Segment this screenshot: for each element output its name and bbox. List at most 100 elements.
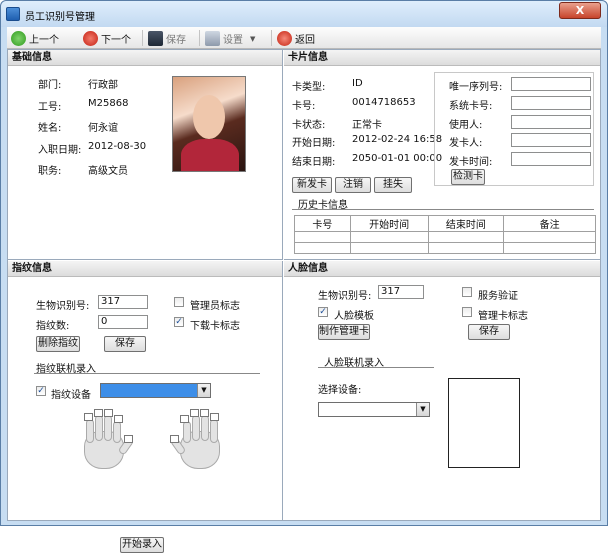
issue-time-label: 发卡时间: xyxy=(449,157,493,168)
history-divider xyxy=(292,209,594,210)
fingerprint-panel: 指纹信息 生物识别号: 317 指纹数: 0 管理员标志 ✓ 下载卡标志 删除指… xyxy=(8,261,283,553)
issuer-label: 发卡人: xyxy=(449,138,483,149)
face-divider xyxy=(318,367,434,368)
close-button[interactable]: X xyxy=(559,2,601,19)
next-button[interactable]: 下一个 xyxy=(83,30,131,47)
finger-divider xyxy=(34,373,260,374)
issue-time-input[interactable] xyxy=(511,152,591,166)
service-verify-checkbox[interactable] xyxy=(462,287,472,297)
toolbar: 上一个 下一个 保存 设置 ▼ 返回 xyxy=(7,27,601,49)
empno-value: M25868 xyxy=(88,98,129,109)
user-input[interactable] xyxy=(511,115,591,129)
back-icon xyxy=(277,31,292,46)
right-hand-icon xyxy=(168,409,230,469)
delete-fingerprint-button[interactable]: 删除指纹 xyxy=(36,336,80,352)
face-preview-box xyxy=(448,378,520,468)
hire-date-value: 2012-08-30 xyxy=(88,141,147,152)
prev-arrow-icon xyxy=(11,31,26,46)
hire-date-label: 入职日期: xyxy=(38,145,82,156)
save-label: 保存 xyxy=(166,35,186,46)
basic-info-panel: 基础信息 部门: 行政部 工号: M25868 姓名: 何永谊 入职日期: 20… xyxy=(8,50,283,260)
finger-device-label: 指纹设备 xyxy=(51,390,91,401)
next-label: 下一个 xyxy=(101,35,131,46)
start-enroll-button[interactable]: 开始录入 xyxy=(120,537,164,553)
finger-save-button[interactable]: 保存 xyxy=(104,336,146,352)
table-row[interactable] xyxy=(294,231,596,243)
end-date-label: 结束日期: xyxy=(292,157,336,168)
make-admin-card-button[interactable]: 制作管理卡 xyxy=(318,324,370,340)
finger-shape xyxy=(113,421,121,443)
title-bar: 员工识别号管理 X xyxy=(1,1,607,27)
finger-shape xyxy=(201,415,209,441)
finger-select-box[interactable] xyxy=(114,415,123,423)
card-type-value: ID xyxy=(352,78,363,89)
admin-card-flag-label: 管理卡标志 xyxy=(478,311,528,322)
service-verify-label: 服务验证 xyxy=(478,291,518,302)
finger-select-box[interactable] xyxy=(94,409,103,417)
check-mark-icon: ✓ xyxy=(175,317,183,327)
name-value: 何永谊 xyxy=(88,123,118,134)
issuer-input[interactable] xyxy=(511,133,591,147)
back-button[interactable]: 返回 xyxy=(277,30,315,47)
check-mark-icon: ✓ xyxy=(37,386,45,396)
start-date-label: 开始日期: xyxy=(292,138,336,149)
new-card-button[interactable]: 新发卡 xyxy=(292,177,332,193)
serial-input[interactable] xyxy=(511,77,591,91)
prev-button[interactable]: 上一个 xyxy=(11,30,59,47)
finger-select-box[interactable] xyxy=(170,435,179,443)
check-mark-icon: ✓ xyxy=(319,307,327,317)
job-title-value: 高级文员 xyxy=(88,166,128,177)
finger-shape xyxy=(183,421,191,443)
finger-count-input[interactable]: 0 xyxy=(98,315,148,329)
dropdown-arrow-icon[interactable]: ▼ xyxy=(416,403,429,416)
history-col-header: 开始时间 xyxy=(349,215,429,232)
back-label: 返回 xyxy=(295,35,315,46)
save-button[interactable]: 保存 xyxy=(148,30,186,47)
admin-flag-checkbox[interactable] xyxy=(174,297,184,307)
cancel-card-button[interactable]: 注销 xyxy=(335,177,371,193)
finger-bio-label: 生物识别号: xyxy=(36,301,90,312)
dropdown-arrow-icon[interactable]: ▼ xyxy=(197,384,210,397)
admin-flag-label: 管理员标志 xyxy=(190,301,240,312)
finger-bio-input[interactable]: 317 xyxy=(98,295,148,309)
window-title: 员工识别号管理 xyxy=(25,12,95,23)
finger-select-box[interactable] xyxy=(200,409,209,417)
finger-device-checkbox[interactable]: ✓ xyxy=(36,386,46,396)
settings-icon xyxy=(205,31,220,46)
finger-select-box[interactable] xyxy=(210,413,219,421)
face-template-checkbox[interactable]: ✓ xyxy=(318,307,328,317)
serial-label: 唯一序列号: xyxy=(449,82,503,93)
card-info-panel: 卡片信息 卡类型: ID 卡号: 0014718653 卡状态: 正常卡 开始日… xyxy=(284,50,600,260)
toolbar-separator xyxy=(199,30,200,46)
dept-label: 部门: xyxy=(38,80,62,91)
finger-select-box[interactable] xyxy=(124,435,133,443)
face-save-button[interactable]: 保存 xyxy=(468,324,510,340)
job-title-label: 职务: xyxy=(38,166,62,177)
start-date-value: 2012-02-24 16:58 xyxy=(352,134,443,145)
detect-card-button[interactable]: 检测卡 xyxy=(451,169,485,185)
table-row[interactable] xyxy=(294,242,596,254)
finger-select-box[interactable] xyxy=(180,415,189,423)
prev-label: 上一个 xyxy=(29,35,59,46)
card-no-label: 卡号: xyxy=(292,101,316,112)
finger-select-box[interactable] xyxy=(190,409,199,417)
finger-shape xyxy=(95,415,103,441)
syscard-input[interactable] xyxy=(511,96,591,110)
report-lost-button[interactable]: 挂失 xyxy=(374,177,412,193)
face-device-select[interactable]: ▼ xyxy=(318,402,430,417)
toolbar-separator xyxy=(271,30,272,46)
admin-card-flag-checkbox[interactable] xyxy=(462,307,472,317)
face-bio-input[interactable]: 317 xyxy=(378,285,424,299)
settings-button[interactable]: 设置 ▼ xyxy=(205,30,255,47)
face-panel: 人脸信息 生物识别号: 317 服务验证 ✓ 人脸模板 管理卡标志 制作管理卡 … xyxy=(284,261,600,520)
card-no-value: 0014718653 xyxy=(352,97,416,108)
left-hand-icon xyxy=(74,409,136,469)
finger-select-box[interactable] xyxy=(84,413,93,421)
employee-photo xyxy=(172,76,246,172)
finger-select-box[interactable] xyxy=(104,409,113,417)
dropdown-arrow-icon[interactable]: ▼ xyxy=(250,35,255,43)
select-device-label: 选择设备: xyxy=(318,385,362,396)
download-flag-checkbox[interactable]: ✓ xyxy=(174,317,184,327)
download-flag-label: 下载卡标志 xyxy=(190,321,240,332)
finger-device-select[interactable]: ▼ xyxy=(100,383,211,398)
